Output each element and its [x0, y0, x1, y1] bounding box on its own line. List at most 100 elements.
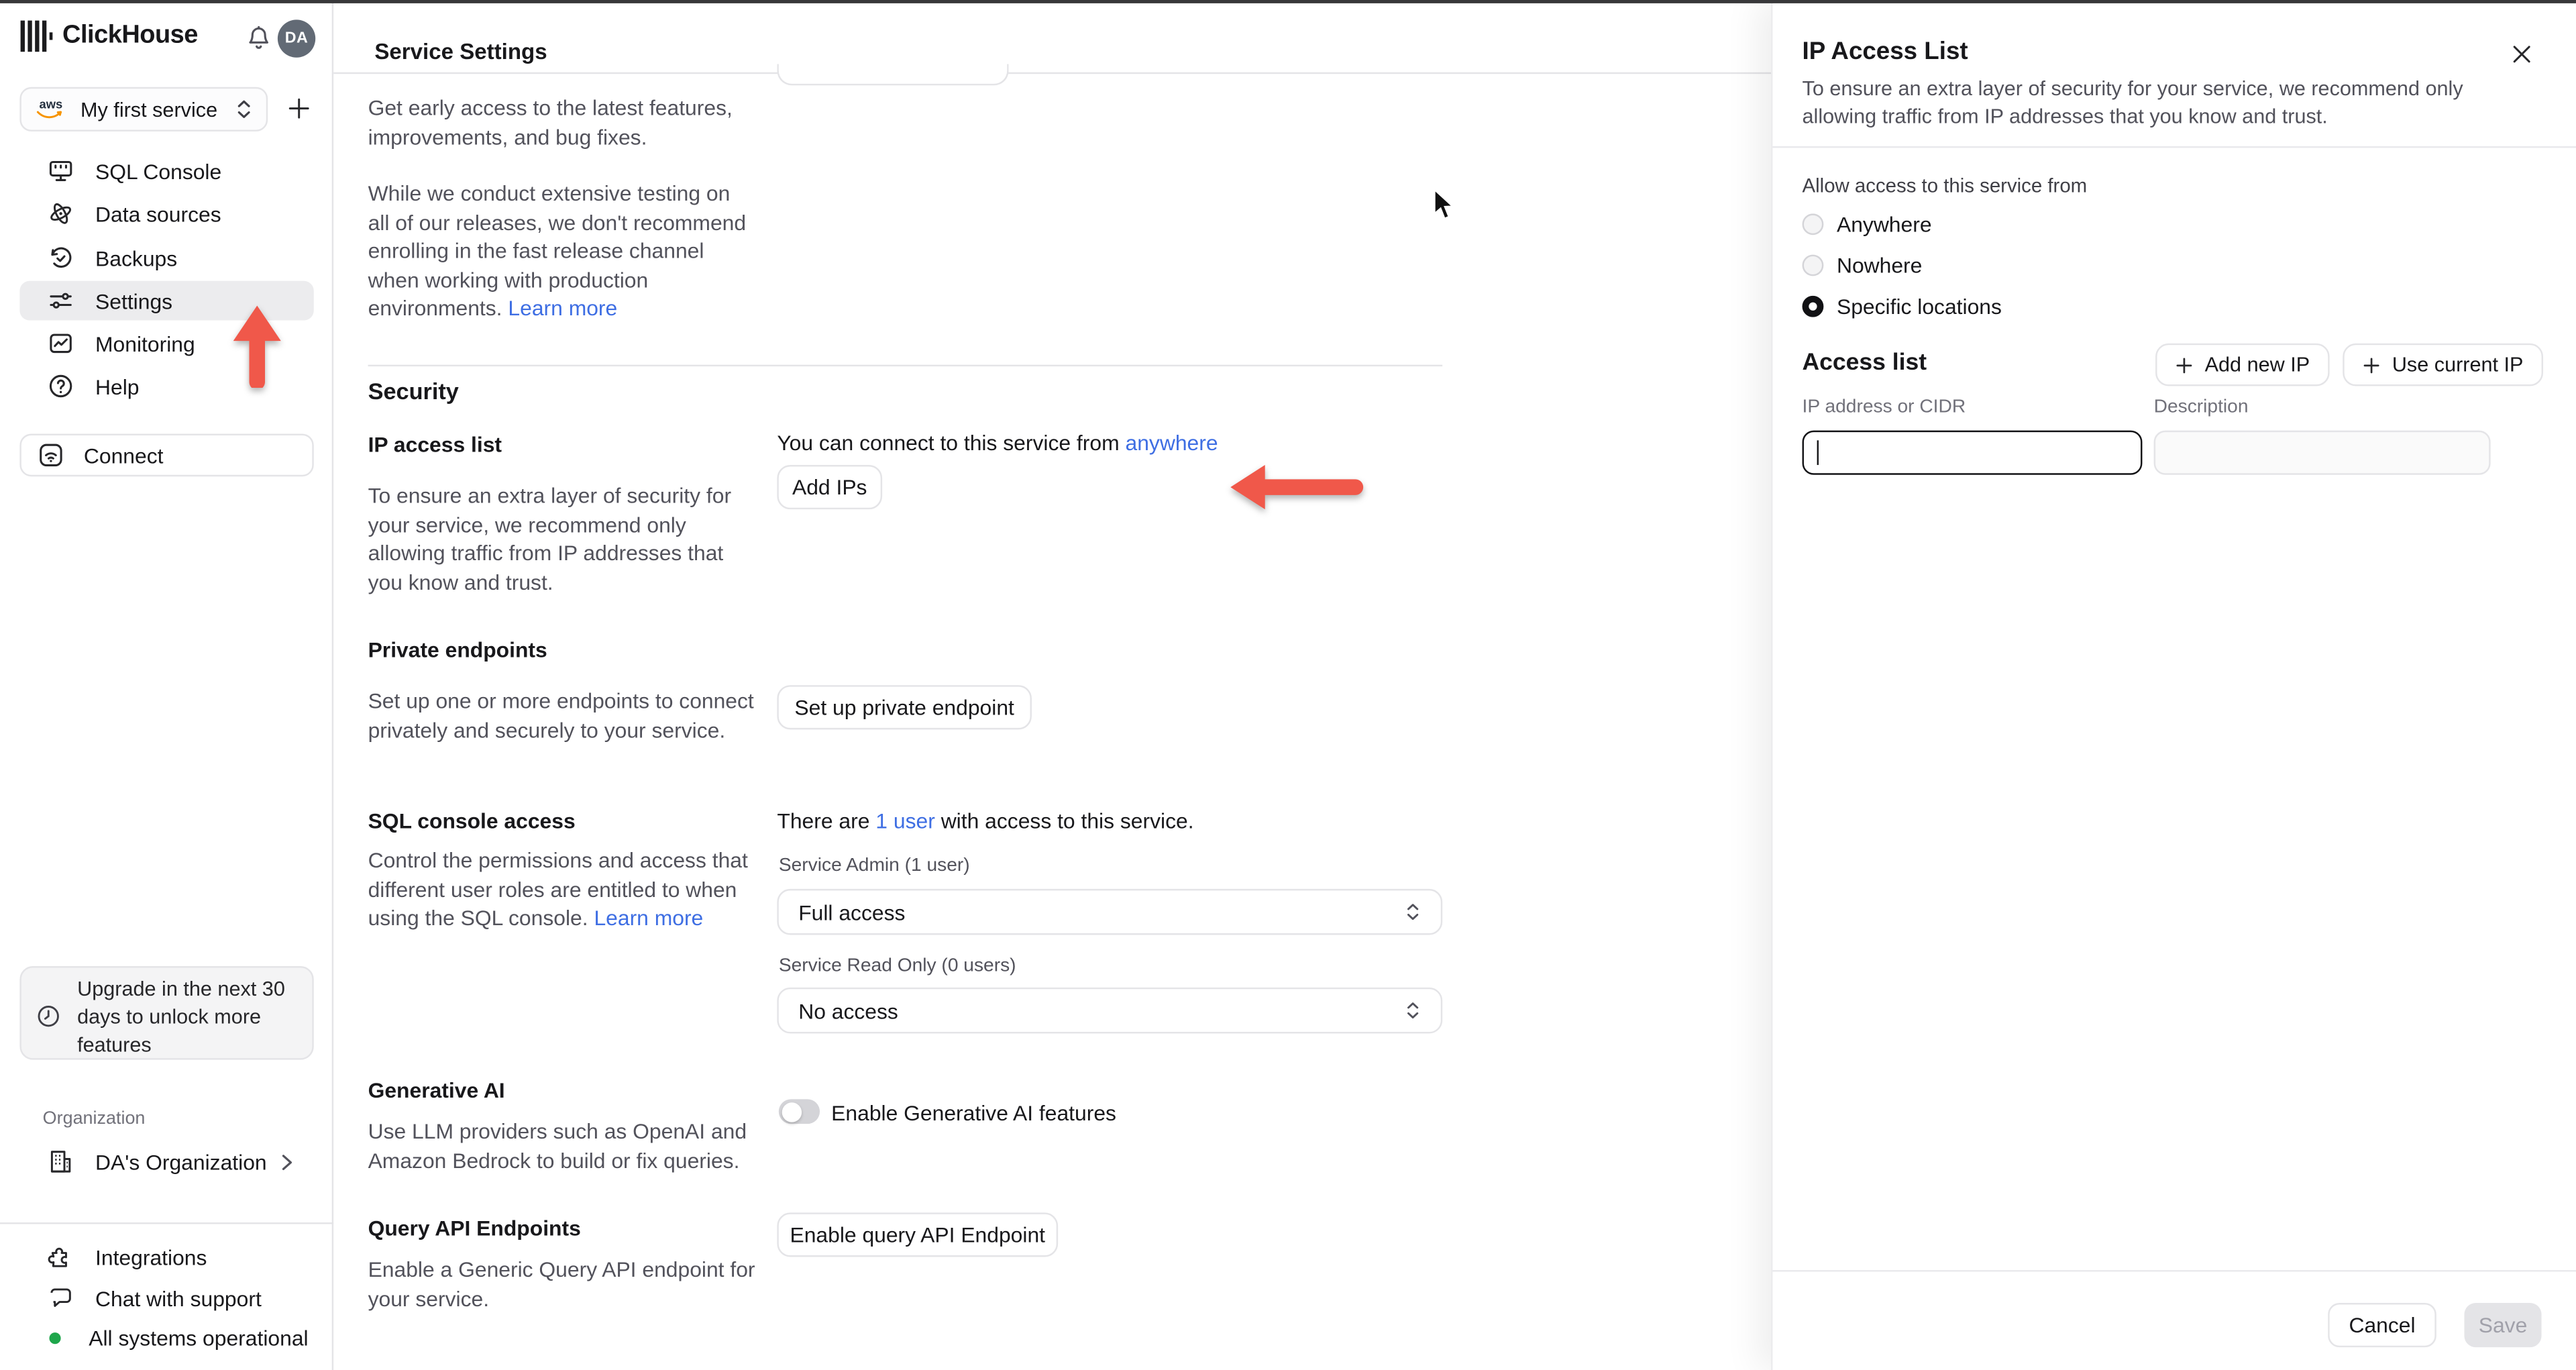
organization-name: DA's Organization	[95, 1149, 267, 1174]
system-status[interactable]: All systems operational	[19, 1320, 313, 1356]
connect-icon	[38, 442, 64, 468]
avatar[interactable]: DA	[277, 19, 316, 58]
ip-access-list-title: IP access list	[368, 432, 502, 457]
sidebar-divider	[0, 1222, 334, 1224]
service-admin-select[interactable]: Full access	[777, 888, 1443, 935]
anywhere-link[interactable]: anywhere	[1126, 431, 1218, 456]
sidebar-item-organization[interactable]: DA's Organization	[19, 1143, 313, 1179]
sidebar-item-label: SQL Console	[95, 158, 222, 184]
allow-access-label: Allow access to this service from	[1802, 174, 2088, 197]
upgrade-notice[interactable]: Upgrade in the next 30 days to unlock mo…	[19, 966, 314, 1060]
learn-more-link-2[interactable]: Learn more	[594, 905, 703, 930]
security-heading: Security	[368, 378, 459, 405]
sidebar-item-label: Data sources	[95, 201, 221, 226]
annotation-arrow-settings	[231, 305, 282, 388]
service-readonly-label: Service Read Only (0 users)	[778, 956, 1016, 976]
sidebar-item-label: Settings	[95, 288, 173, 313]
upgrade-notice-text: Upgrade in the next 30 days to unlock mo…	[77, 978, 285, 1057]
radio-circle-icon	[1802, 213, 1824, 234]
sidebar: ClickHouse DA aws My first service SQL C…	[0, 0, 334, 1370]
toggle-knob	[781, 1102, 801, 1122]
integrations-puzzle-icon	[48, 1244, 74, 1270]
ip-cidr-label: IP address or CIDR	[1802, 397, 1966, 418]
connect-label: Connect	[83, 443, 164, 468]
panel-description: To ensure an extra layer of security for…	[1802, 77, 2463, 129]
generative-ai-title: Generative AI	[368, 1077, 505, 1103]
service-readonly-select[interactable]: No access	[777, 987, 1443, 1034]
service-selector[interactable]: aws My first service	[19, 87, 268, 131]
aws-logo-icon: aws	[34, 97, 67, 119]
generative-ai-toggle[interactable]	[778, 1099, 820, 1124]
annotation-arrow-add-ips	[1230, 465, 1364, 510]
setup-private-endpoint-button[interactable]: Set up private endpoint	[777, 685, 1032, 730]
sidebar-item-integrations[interactable]: Integrations	[19, 1239, 313, 1275]
use-current-ip-button[interactable]: Use current IP	[2343, 343, 2544, 386]
description-label: Description	[2153, 397, 2249, 418]
clickhouse-logo-icon	[19, 19, 53, 52]
sql-console-access-title: SQL console access	[368, 808, 576, 833]
radio-specific-locations[interactable]: Specific locations	[1802, 289, 2002, 322]
building-icon	[48, 1149, 74, 1175]
page-title: Service Settings	[374, 39, 547, 64]
section-divider	[368, 364, 1443, 367]
sql-console-access-desc: Control the permissions and access that …	[368, 847, 748, 931]
chevron-up-down-icon	[235, 99, 253, 120]
plus-icon	[2363, 356, 2381, 374]
sidebar-item-label: Backups	[95, 246, 178, 270]
query-api-title: Query API Endpoints	[368, 1216, 581, 1241]
radio-circle-icon	[1802, 254, 1824, 276]
brand-name: ClickHouse	[62, 21, 198, 50]
status-label: All systems operational	[89, 1325, 309, 1350]
panel-footer-divider	[1772, 1270, 2576, 1272]
save-button[interactable]: Save	[2464, 1303, 2542, 1348]
sql-console-icon	[48, 158, 74, 184]
ip-access-list-panel: IP Access List To ensure an extra layer …	[1771, 0, 2576, 1370]
chat-bubble-icon	[48, 1285, 74, 1311]
connect-button[interactable]: Connect	[19, 433, 314, 477]
radio-anywhere[interactable]: Anywhere	[1802, 207, 1932, 240]
data-sources-icon	[48, 201, 74, 227]
query-api-desc: Enable a Generic Query API endpoint for …	[368, 1257, 755, 1311]
sql-console-users-status: There are 1 user with access to this ser…	[777, 808, 1194, 833]
learn-more-link[interactable]: Learn more	[508, 296, 617, 321]
cancel-button[interactable]: Cancel	[2328, 1303, 2436, 1348]
enable-query-api-button[interactable]: Enable query API Endpoint	[777, 1212, 1059, 1257]
access-list-heading: Access list	[1802, 350, 1927, 376]
sidebar-item-label: Monitoring	[95, 331, 195, 356]
one-user-link[interactable]: 1 user	[875, 808, 935, 833]
sidebar-item-backups[interactable]: Backups	[19, 238, 313, 278]
panel-divider	[1772, 146, 2576, 148]
ip-access-status: You can connect to this service from any…	[777, 430, 1218, 456]
plus-icon	[2176, 356, 2194, 374]
add-ips-button[interactable]: Add IPs	[777, 465, 883, 510]
top-bar: Service Settings	[333, 0, 1772, 74]
service-admin-label: Service Admin (1 user)	[778, 855, 970, 876]
add-new-ip-button[interactable]: Add new IP	[2155, 343, 2330, 386]
sidebar-item-label: Help	[95, 374, 140, 399]
chevron-up-down-icon	[1405, 902, 1421, 921]
close-icon[interactable]	[2510, 41, 2535, 66]
description-input[interactable]	[2153, 430, 2491, 475]
private-endpoints-title: Private endpoints	[368, 637, 547, 662]
private-endpoints-desc: Set up one or more endpoints to connect …	[368, 688, 754, 742]
notifications-bell-icon[interactable]	[245, 25, 273, 53]
chevron-up-down-icon	[1405, 1000, 1421, 1020]
generative-ai-toggle-label: Enable Generative AI features	[831, 1100, 1116, 1126]
text-caret	[1817, 440, 1819, 466]
backups-icon	[48, 245, 74, 271]
settings-sliders-icon	[48, 288, 74, 314]
ip-access-list-desc: To ensure an extra layer of security for…	[368, 483, 732, 594]
release-channel-select-cutoff[interactable]	[777, 64, 1009, 86]
fast-release-desc-1: Get early access to the latest features,…	[368, 95, 733, 149]
panel-title: IP Access List	[1802, 38, 1968, 66]
ip-cidr-input[interactable]	[1802, 430, 2143, 475]
fast-release-desc-2: While we conduct extensive testing on al…	[368, 180, 747, 321]
sidebar-item-chat-support[interactable]: Chat with support	[19, 1280, 313, 1316]
sidebar-item-sql-console[interactable]: SQL Console	[19, 151, 313, 191]
radio-nowhere[interactable]: Nowhere	[1802, 248, 1922, 281]
chat-support-label: Chat with support	[95, 1285, 262, 1311]
add-service-button[interactable]	[286, 94, 315, 123]
clock-icon	[36, 1004, 61, 1029]
radio-selected-icon	[1802, 295, 1824, 317]
sidebar-item-data-sources[interactable]: Data sources	[19, 194, 313, 233]
